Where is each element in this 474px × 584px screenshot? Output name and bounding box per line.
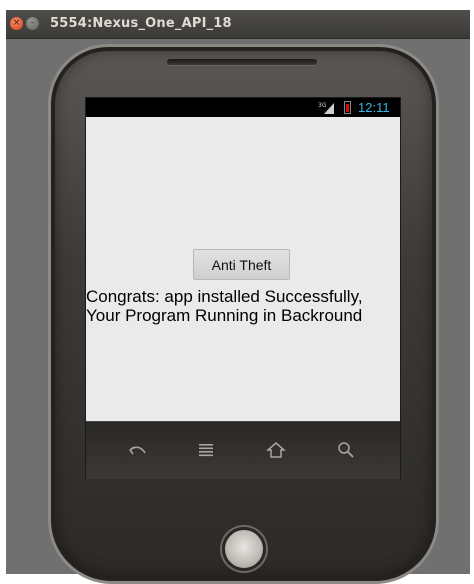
search-icon[interactable] bbox=[332, 436, 360, 464]
status-bar: 3G 12:11 bbox=[86, 98, 400, 117]
phone-frame: 3G 12:11 Anti Theft Congrats: app instal… bbox=[48, 44, 439, 584]
device-screen: 3G 12:11 Anti Theft Congrats: app instal… bbox=[85, 97, 401, 479]
navigation-bar bbox=[86, 421, 400, 479]
window-minimize-button[interactable]: – bbox=[26, 17, 39, 30]
battery-icon bbox=[344, 101, 351, 114]
hardware-home-button[interactable] bbox=[222, 527, 266, 571]
battery-level bbox=[346, 104, 349, 112]
menu-icon[interactable] bbox=[192, 436, 220, 464]
window-titlebar: × – 5554:Nexus_One_API_18 bbox=[6, 10, 470, 39]
home-icon[interactable] bbox=[262, 436, 290, 464]
earpiece-speaker bbox=[167, 59, 317, 65]
window-close-button[interactable]: × bbox=[10, 17, 23, 30]
network-type-label: 3G bbox=[318, 102, 327, 109]
emulator-window: × – 5554:Nexus_One_API_18 3G 12:11 Anti … bbox=[6, 10, 470, 584]
install-message: Congrats: app installed Successfully, Yo… bbox=[86, 287, 363, 325]
anti-theft-button[interactable]: Anti Theft bbox=[193, 249, 290, 280]
app-content: Anti Theft Congrats: app installed Succe… bbox=[86, 117, 400, 421]
back-icon[interactable] bbox=[123, 436, 151, 464]
window-title: 5554:Nexus_One_API_18 bbox=[50, 16, 232, 31]
status-clock: 12:11 bbox=[358, 100, 390, 115]
signal-icon: 3G bbox=[318, 102, 334, 114]
